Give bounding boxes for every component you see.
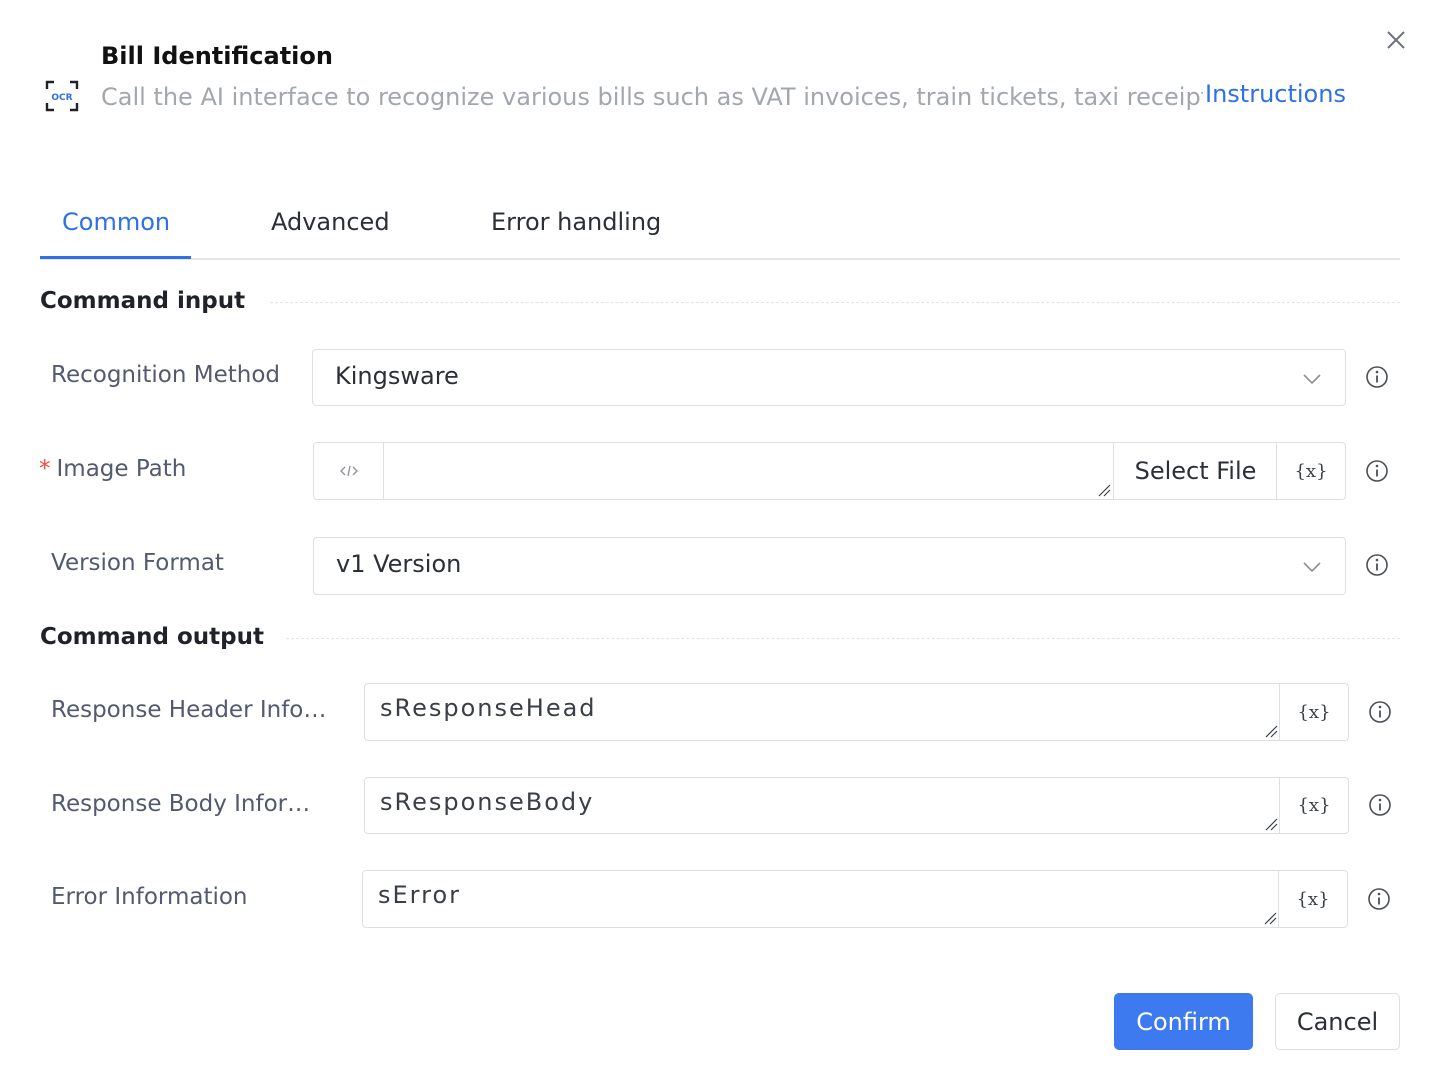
tab-error-handling[interactable]: Error handling [491,208,661,236]
bill-identification-dialog: OCR Bill Identification Call the AI inte… [0,0,1440,1090]
resize-handle-icon[interactable] [1263,911,1277,925]
section-divider [286,638,1400,639]
info-icon[interactable] [1368,700,1392,724]
version-format-select[interactable]: v1 Version [313,537,1346,595]
dialog-description: Call the AI interface to recognize vario… [101,78,1351,116]
image-path-input[interactable] [385,443,1113,499]
chevron-down-icon [1303,562,1321,573]
tab-common[interactable]: Common [62,208,170,236]
chevron-down-icon [1303,374,1321,385]
svg-text:OCR: OCR [51,93,72,103]
error-information-input[interactable]: sError [363,871,1279,927]
resize-handle-icon[interactable] [1264,817,1278,831]
image-path-label-text: Image Path [56,456,187,482]
section-title-command-input: Command input [40,288,246,314]
image-path-field: Select File {x} [313,442,1346,500]
variable-button[interactable]: {x} [1279,778,1348,833]
response-header-input[interactable]: sResponseHead [365,684,1280,740]
close-icon[interactable] [1382,26,1410,54]
error-information-label: Error Information [51,884,248,910]
tab-advanced[interactable]: Advanced [271,208,390,236]
error-information-value: sError [378,881,462,909]
version-format-value: v1 Version [336,550,462,578]
instructions-link[interactable]: Instructions [1203,80,1346,108]
info-icon[interactable] [1368,793,1392,817]
info-icon[interactable] [1365,553,1389,577]
image-path-label: * Image Path [39,456,299,482]
recognition-method-value: Kingsware [335,362,459,390]
recognition-method-select[interactable]: Kingsware [312,349,1346,406]
error-information-field: sError {x} [362,870,1348,928]
dialog-title: Bill Identification [101,42,333,70]
response-body-label: Response Body Infor… [51,791,311,817]
variable-button[interactable]: {x} [1279,684,1348,740]
code-toggle-button[interactable] [314,443,384,499]
response-body-field: sResponseBody {x} [364,777,1349,834]
response-header-value: sResponseHead [380,694,597,722]
variable-button[interactable]: {x} [1278,871,1347,927]
info-icon[interactable] [1367,887,1391,911]
code-icon [340,465,358,477]
cancel-button[interactable]: Cancel [1275,993,1400,1050]
tab-bar: Common Advanced Error handling [40,200,1400,260]
active-tab-indicator [40,256,191,259]
description-text: Call the AI interface to recognize vario… [101,83,1283,111]
response-body-input[interactable]: sResponseBody [365,778,1280,833]
version-format-label: Version Format [51,550,224,576]
variable-button[interactable]: {x} [1276,443,1345,499]
confirm-button[interactable]: Confirm [1114,993,1253,1050]
resize-handle-icon[interactable] [1264,724,1278,738]
info-icon[interactable] [1365,365,1389,389]
section-divider [270,302,1400,303]
resize-handle-icon[interactable] [1097,483,1111,497]
ocr-scan-icon: OCR [45,80,79,112]
response-header-label: Response Header Info… [51,697,327,723]
info-icon[interactable] [1365,459,1389,483]
required-mark: * [39,456,51,482]
section-title-command-output: Command output [40,624,264,650]
recognition-method-label: Recognition Method [51,362,281,388]
response-body-value: sResponseBody [380,788,595,816]
response-header-field: sResponseHead {x} [364,683,1349,741]
select-file-button[interactable]: Select File [1113,443,1277,499]
